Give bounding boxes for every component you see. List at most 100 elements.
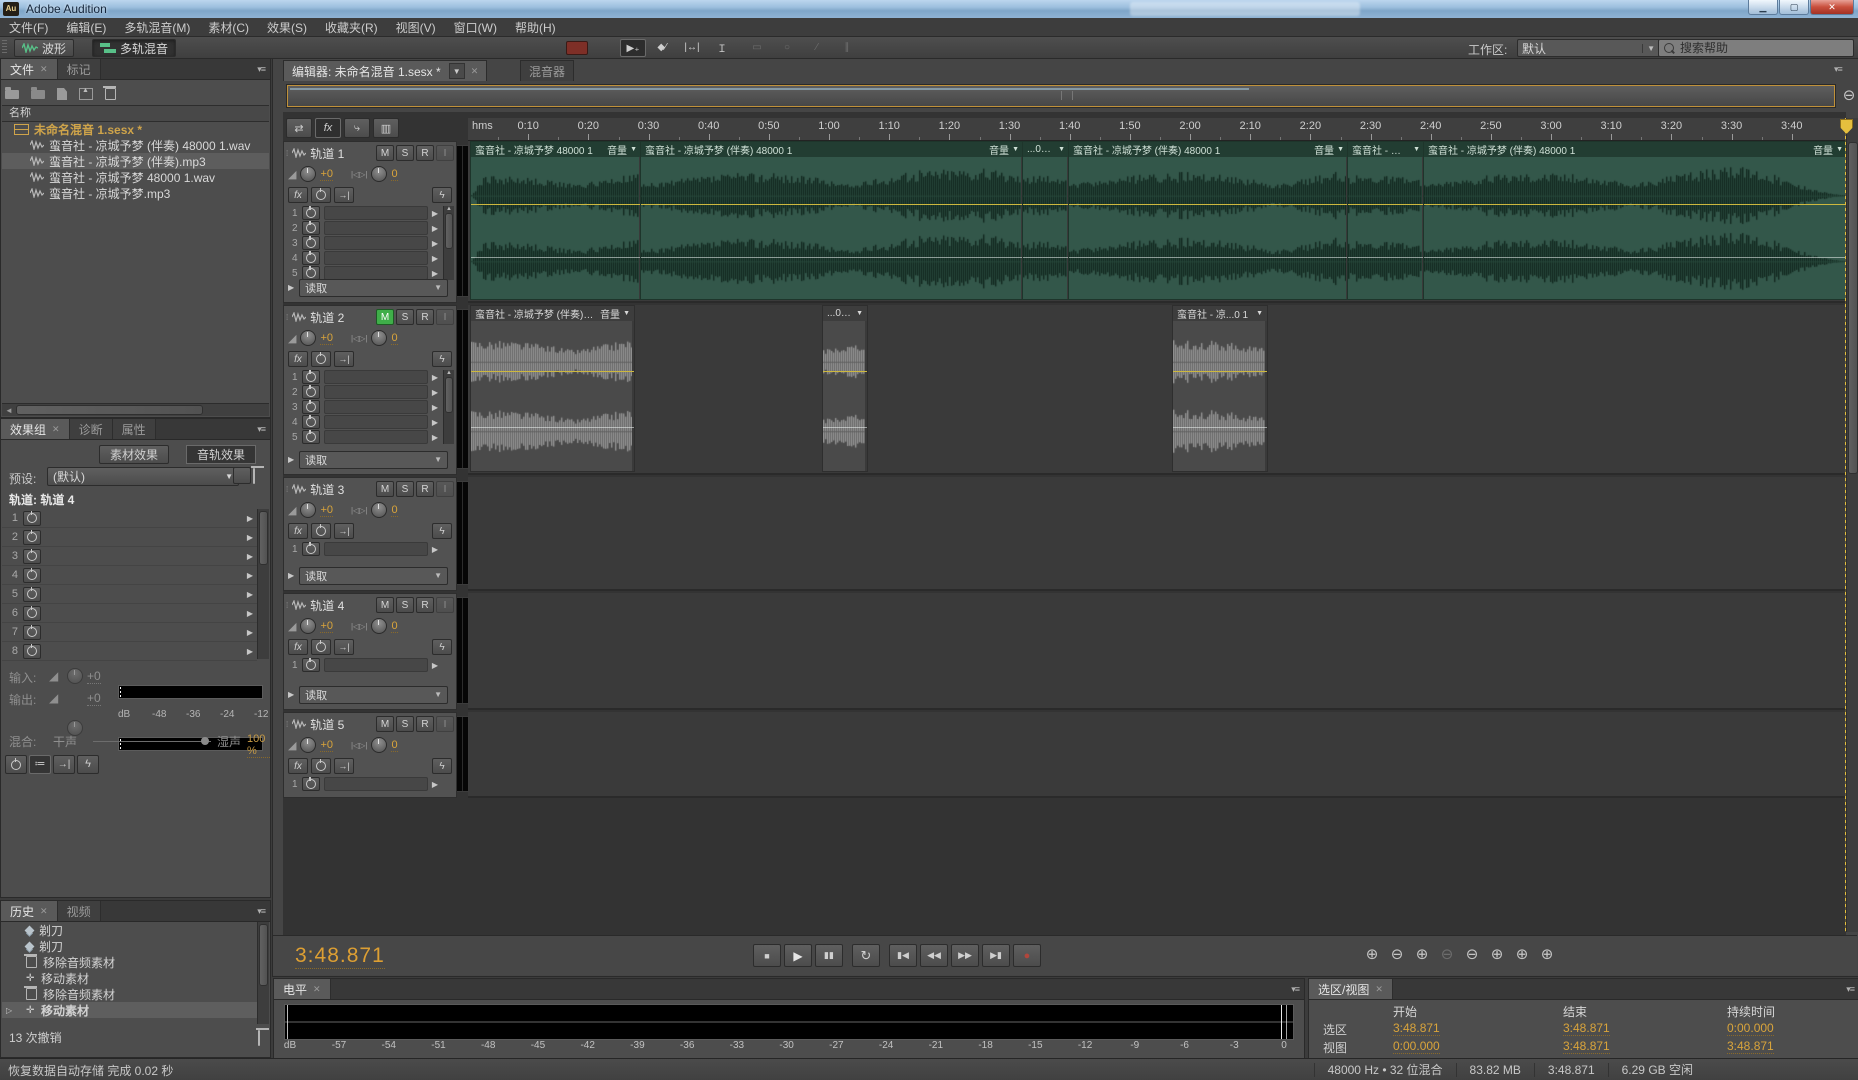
track-name[interactable]: 轨道 4 (310, 597, 344, 614)
fx-icon[interactable]: fx (288, 758, 308, 774)
track-fx-slot[interactable]: 1▶ (292, 658, 438, 672)
volume-envelope-line[interactable] (823, 371, 867, 372)
track-fx-slot[interactable]: 5▶ (292, 266, 438, 280)
fx-pre-post-icon[interactable]: →| (334, 187, 354, 203)
audio-clip[interactable]: ...00 1▼ (1022, 141, 1070, 300)
panel-menu-icon[interactable]: ▾≡ (1846, 984, 1854, 995)
audio-clip[interactable]: 蛮音社 - 凉城予梦 (伴奏) 48000 1音量▼ (470, 305, 635, 472)
expand-icon[interactable]: ▶ (288, 283, 294, 292)
go-to-end-button[interactable]: ▶▮ (982, 944, 1010, 967)
zoom-reset-icon[interactable]: ⊖ (1461, 944, 1483, 964)
audio-clip[interactable]: 蛮音社 - 凉城予梦 (伴奏) 48000 1音量▼ (640, 141, 1024, 300)
time-value[interactable]: 3:48.871 (1393, 1021, 1440, 1036)
tracks-vscroll-thumb[interactable] (1848, 142, 1858, 474)
slot-power-icon[interactable] (23, 568, 41, 583)
chevron-down-icon[interactable]: ▼ (1413, 146, 1420, 153)
slot-bar[interactable] (324, 221, 428, 235)
maximize-button[interactable]: ▢ (1779, 0, 1809, 15)
clip-volume-menu[interactable]: 音量▼ (989, 142, 1019, 157)
chevron-down-icon[interactable]: ▼ (449, 63, 465, 79)
toggle-clip-stretch-icon[interactable]: ⇄ (286, 118, 312, 138)
time-value[interactable]: 3:48.871 (1563, 1039, 1610, 1054)
rack-routing-button[interactable]: →| (53, 755, 75, 774)
pan-envelope-line[interactable] (471, 257, 641, 258)
open-file-icon[interactable] (5, 90, 19, 99)
search-input[interactable] (1678, 40, 1842, 56)
pan-envelope-line[interactable] (1424, 257, 1846, 258)
volume-envelope-line[interactable] (1173, 371, 1267, 372)
pan-knob[interactable] (371, 737, 387, 753)
volume-knob[interactable] (300, 166, 316, 182)
audio-clip[interactable]: 蛮音社 - 凉城予梦 (伴奏) 48000 1音量▼ (1068, 141, 1349, 300)
fx-pre-post-icon[interactable]: →| (334, 639, 354, 655)
slip-tool[interactable]: |↔| (680, 39, 704, 55)
file-row[interactable]: 蛮音社 - 凉城予梦.mp3 (2, 185, 269, 201)
track-arm-button[interactable]: R (416, 309, 434, 325)
volume-knob[interactable] (300, 502, 316, 518)
fx-icon[interactable]: fx (288, 639, 308, 655)
slot-bar[interactable] (324, 415, 428, 429)
move-tool[interactable]: ▶₊ (620, 39, 646, 57)
slot-power-icon[interactable] (302, 400, 320, 414)
track-lane[interactable] (468, 593, 1846, 710)
fx-icon[interactable]: fx (288, 187, 308, 203)
history-scrollbar[interactable] (257, 922, 269, 1024)
fx-slots-scrollbar[interactable]: ▲ (443, 370, 454, 444)
slot-bar[interactable] (324, 777, 428, 791)
track-fx-slot[interactable]: 1▶ (292, 370, 438, 384)
file-row[interactable]: 蛮音社 - 凉城予梦 (伴奏) 48000 1.wav (2, 137, 269, 153)
clip-volume-menu[interactable]: 音量▼ (1813, 142, 1843, 157)
slot-arrow-icon[interactable]: ▶ (432, 545, 438, 554)
routing-icon[interactable]: ⤷ (344, 118, 370, 138)
time-value[interactable]: 3:48.871 (1727, 1039, 1774, 1054)
export-icon[interactable] (79, 88, 93, 100)
volume-envelope-line[interactable] (1348, 204, 1424, 205)
scroll-left-icon[interactable]: ◄ (2, 406, 16, 415)
fx-pre-post-icon[interactable]: →| (334, 351, 354, 367)
slot-power-icon[interactable] (302, 385, 320, 399)
track-mute-button[interactable]: M (376, 597, 394, 613)
clip-volume-menu[interactable]: 音量▼ (1314, 142, 1344, 157)
close-icon[interactable]: ✕ (40, 906, 48, 917)
slot-arrow-icon[interactable]: ▶ (247, 533, 253, 542)
track-solo-button[interactable]: S (396, 716, 414, 732)
history-item[interactable]: ✛移动素材 (2, 970, 258, 986)
slot-arrow-icon[interactable]: ▶ (432, 780, 438, 789)
track-lane[interactable]: 蛮音社 - 凉城予梦 48000 1音量▼蛮音社 - 凉城予梦 (伴奏) 480… (468, 141, 1846, 303)
healing-brush-tool[interactable]: ∥ (835, 39, 859, 55)
menu-item-6[interactable]: 视图(V) (387, 19, 445, 36)
delete-preset-icon[interactable] (253, 469, 255, 483)
track-fx-slot[interactable]: 3▶ (292, 236, 438, 250)
pan-envelope-line[interactable] (823, 427, 867, 428)
track-arm-button[interactable]: R (416, 597, 434, 613)
close-button[interactable]: ✕ (1810, 0, 1854, 15)
drag-handle-icon[interactable]: ⁞ (286, 313, 288, 322)
tab-selection-view[interactable]: 选区/视图✕ (1309, 979, 1393, 999)
track-mute-button[interactable]: M (376, 309, 394, 325)
track-monitor-button[interactable]: I (436, 309, 454, 325)
rack-slot-row[interactable]: 3▶ (2, 547, 257, 566)
tab-levels[interactable]: 电平✕ (274, 979, 331, 999)
pause-button[interactable]: ▮▮ (815, 944, 843, 967)
slot-bar[interactable] (324, 206, 428, 220)
mix-slider[interactable] (93, 741, 211, 742)
track-fx-slot[interactable]: 1▶ (292, 777, 438, 791)
track-fx-slot[interactable]: 1▶ (292, 542, 438, 556)
slot-arrow-icon[interactable]: ▶ (432, 661, 438, 670)
audio-clip[interactable]: 蛮音社 - 凉...0 1▼ (1347, 141, 1425, 300)
automation-mode-select[interactable]: 读取▼ (299, 451, 448, 469)
freeze-icon[interactable]: ϟ (432, 523, 452, 539)
track-arm-button[interactable]: R (416, 481, 434, 497)
fx-slots-scrollbar[interactable]: ▲ (443, 206, 454, 280)
track-mute-button[interactable]: M (376, 145, 394, 161)
volume-value[interactable]: +0 (320, 504, 333, 517)
volume-value[interactable]: +0 (320, 739, 333, 752)
rack-slot-row[interactable]: 7▶ (2, 623, 257, 642)
automation-mode-select[interactable]: 读取▼ (299, 567, 448, 585)
output-gain-value[interactable]: +0 (87, 691, 101, 706)
history-item[interactable]: 剃刀 (2, 922, 258, 938)
slot-power-icon[interactable] (23, 625, 41, 640)
fx-power-icon[interactable] (311, 351, 331, 367)
slot-power-icon[interactable] (23, 511, 41, 526)
toolbar-grip[interactable] (2, 40, 7, 55)
